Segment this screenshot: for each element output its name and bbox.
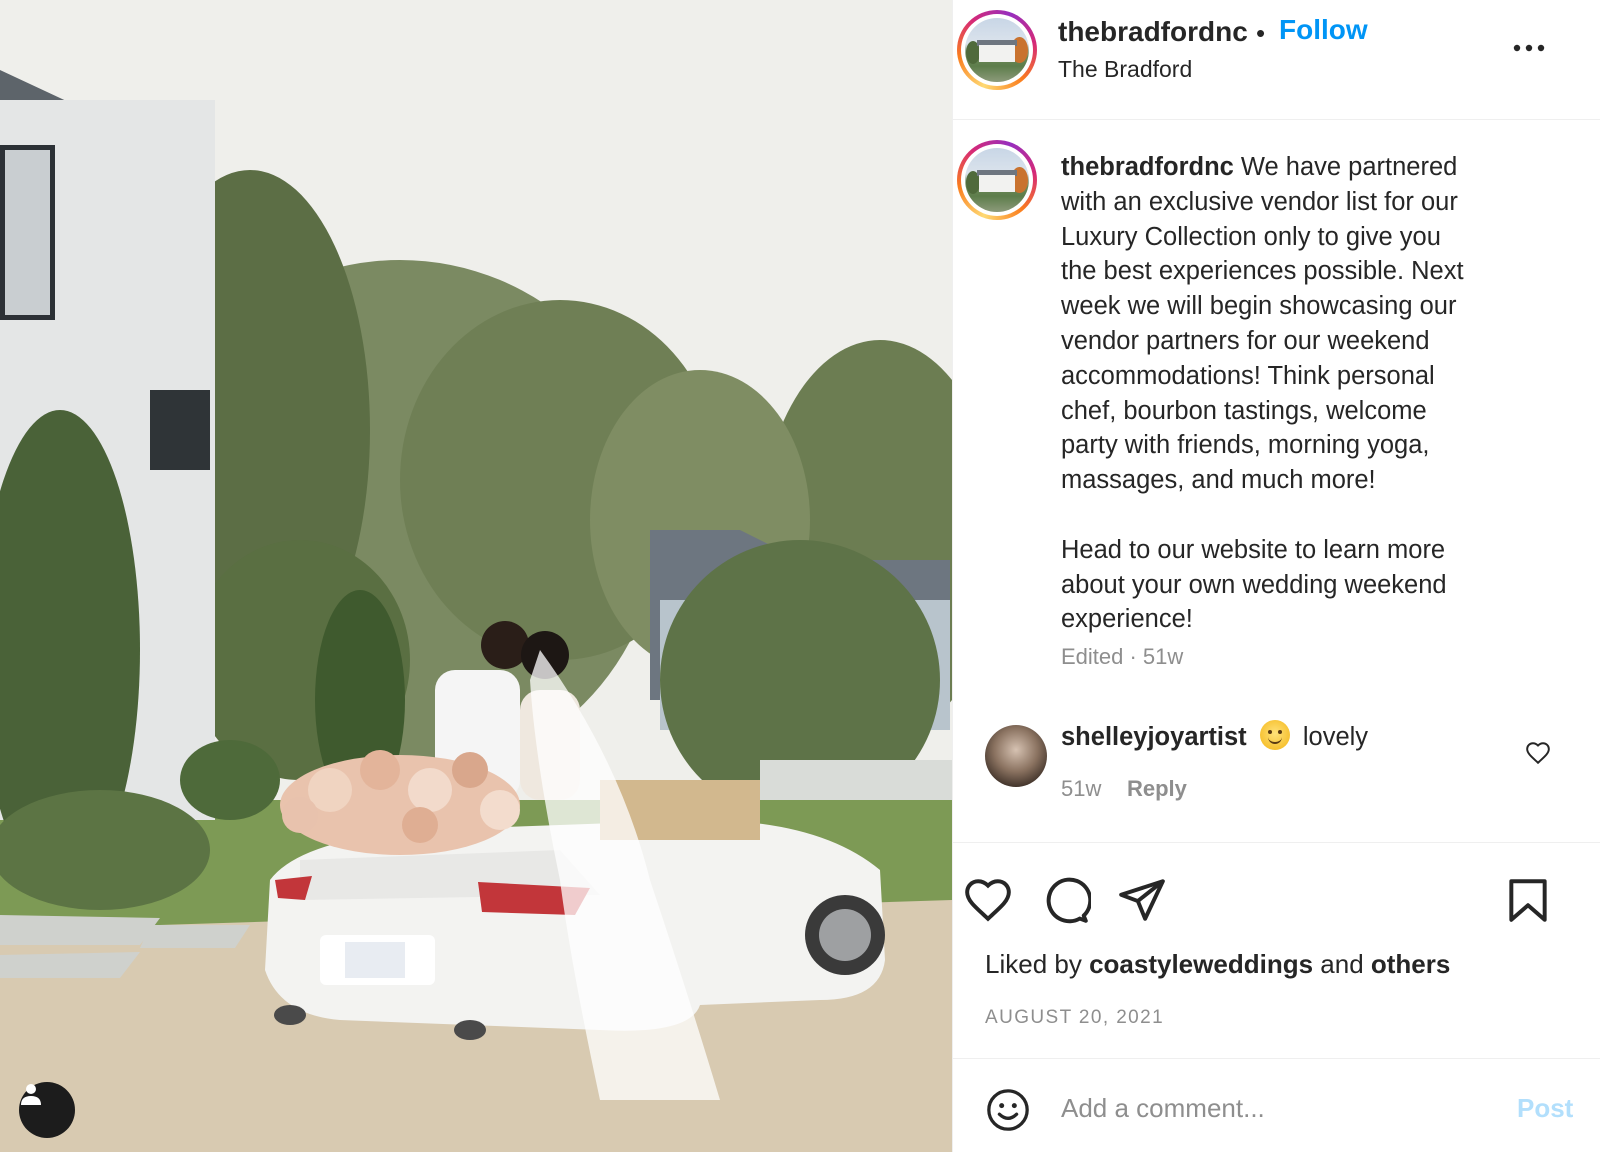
smiley-icon bbox=[987, 1089, 1029, 1131]
post-photo-illustration bbox=[0, 0, 952, 1152]
commenter-avatar[interactable] bbox=[985, 725, 1047, 787]
post-date[interactable]: AUGUST 20, 2021 bbox=[985, 1007, 1164, 1029]
liked-by-others-link[interactable]: others bbox=[1371, 949, 1450, 979]
comment-input[interactable] bbox=[1061, 1083, 1481, 1133]
more-options-button[interactable] bbox=[1508, 34, 1550, 62]
liked-by-user-link[interactable]: coastyleweddings bbox=[1089, 949, 1313, 979]
liked-by-prefix: Liked by bbox=[985, 949, 1090, 979]
comment-button[interactable] bbox=[1041, 875, 1093, 925]
comment-icon bbox=[1046, 877, 1093, 924]
follow-button[interactable]: Follow bbox=[1279, 14, 1368, 46]
caption-username[interactable]: thebradfordnc bbox=[1061, 153, 1234, 181]
caption-avatar[interactable] bbox=[957, 140, 1037, 220]
comment-time[interactable]: 51w bbox=[1061, 776, 1101, 802]
comment-username[interactable]: shelleyjoyartist bbox=[1061, 723, 1247, 751]
profile-avatar[interactable] bbox=[957, 10, 1037, 90]
comment-line: shelleyjoyartist lovely bbox=[1061, 720, 1368, 752]
smiling-face-emoji bbox=[1259, 720, 1290, 750]
caption-meta: Edited · 51w bbox=[1061, 644, 1184, 669]
add-comment-bar: Post bbox=[953, 1058, 1600, 1152]
more-horizontal-icon bbox=[1513, 44, 1545, 52]
reply-button[interactable]: Reply bbox=[1127, 776, 1187, 802]
caption-body: We have partnered with an exclusive vend… bbox=[1061, 153, 1464, 634]
post-photo[interactable] bbox=[0, 0, 952, 1152]
comment-text: lovely bbox=[1302, 723, 1369, 751]
like-button[interactable] bbox=[963, 875, 1013, 925]
header-separator: • bbox=[1256, 18, 1266, 48]
post-actions: Liked by coastyleweddings and others AUG… bbox=[953, 842, 1600, 1032]
save-button[interactable] bbox=[1503, 875, 1553, 925]
liked-by-and: and bbox=[1313, 949, 1371, 979]
comment-item: shelleyjoyartist lovely 51w Reply bbox=[953, 720, 1600, 820]
liked-by-line: Liked by coastyleweddings and others bbox=[985, 949, 1450, 980]
heart-icon bbox=[965, 879, 1011, 922]
header-username[interactable]: thebradfordnc bbox=[1058, 16, 1248, 48]
post-header: thebradfordnc • Follow The Bradford bbox=[953, 0, 1600, 120]
share-button[interactable] bbox=[1117, 875, 1167, 925]
paper-plane-icon bbox=[1119, 879, 1165, 921]
heart-icon bbox=[1526, 742, 1550, 765]
bookmark-icon bbox=[1509, 879, 1547, 922]
location-link[interactable]: The Bradford bbox=[1058, 56, 1192, 83]
person-icon bbox=[21, 1084, 41, 1105]
post-comment-button[interactable]: Post bbox=[1517, 1093, 1573, 1124]
caption-text: thebradfordnc We have partnered with an … bbox=[1061, 150, 1521, 637]
post-side-panel: thebradfordnc • Follow The Bradford theb… bbox=[952, 0, 1600, 1152]
emoji-picker-button[interactable] bbox=[985, 1087, 1031, 1133]
comment-like-button[interactable] bbox=[1525, 740, 1551, 766]
user-tag-button[interactable] bbox=[19, 1082, 75, 1138]
